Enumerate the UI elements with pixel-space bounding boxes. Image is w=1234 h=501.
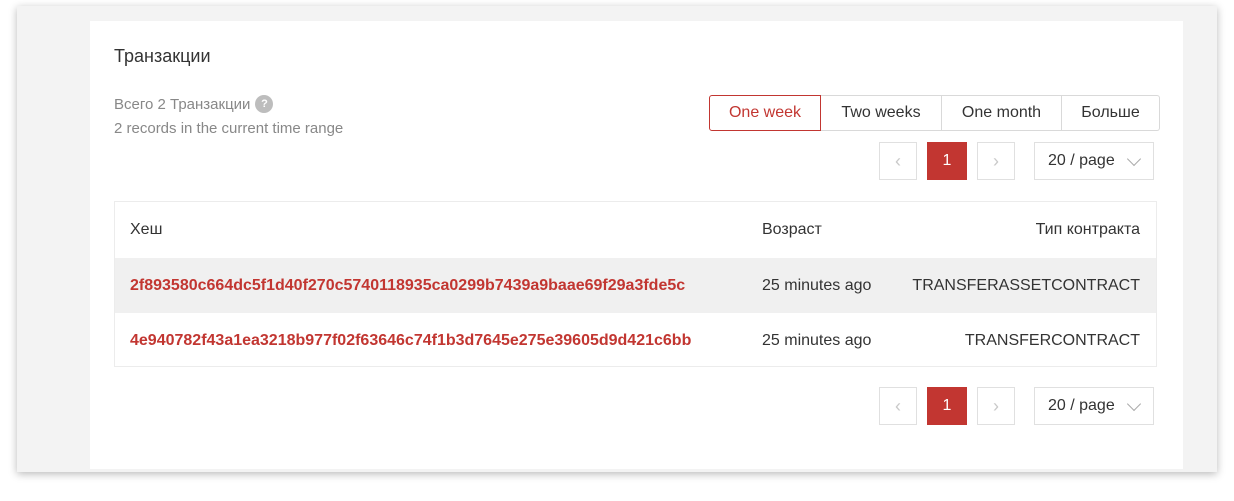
- table-row: 4e940782f43a1ea3218b977f02f63646c74f1b3d…: [115, 313, 1156, 368]
- page-size-value: 20 / page: [1048, 152, 1115, 169]
- total-count-text: Всего 2 Транзакции: [114, 95, 251, 113]
- panel-frame: Транзакции Всего 2 Транзакции ? 2 record…: [17, 6, 1217, 472]
- range-note: 2 records in the current time range: [114, 120, 344, 137]
- transaction-hash-link[interactable]: 2f893580c664dc5f1d40f270c5740118935ca029…: [130, 277, 685, 294]
- range-tab-two-weeks[interactable]: Two weeks: [821, 95, 942, 131]
- next-page-button[interactable]: ›: [977, 387, 1015, 425]
- pagination-bottom: ‹ 1 › 20 / page: [879, 387, 1154, 425]
- total-summary: Всего 2 Транзакции ?: [114, 95, 274, 113]
- time-range-selector: One week Two weeks One month Больше: [709, 95, 1160, 131]
- chevron-right-icon: ›: [993, 150, 999, 171]
- range-tab-one-week[interactable]: One week: [709, 95, 821, 131]
- table-row: 2f893580c664dc5f1d40f270c5740118935ca029…: [115, 258, 1156, 313]
- hash-cell: 4e940782f43a1ea3218b977f02f63646c74f1b3d…: [130, 313, 691, 368]
- hash-cell: 2f893580c664dc5f1d40f270c5740118935ca029…: [130, 258, 685, 313]
- column-header-age: Возраст: [762, 221, 822, 238]
- page-size-select[interactable]: 20 / page: [1034, 142, 1154, 180]
- next-page-button[interactable]: ›: [977, 142, 1015, 180]
- chevron-down-icon: [1126, 396, 1142, 412]
- column-header-hash: Хеш: [130, 221, 163, 238]
- range-tab-more[interactable]: Больше: [1062, 95, 1160, 131]
- transactions-card: Транзакции Всего 2 Транзакции ? 2 record…: [90, 21, 1183, 469]
- section-title: Транзакции: [114, 46, 211, 66]
- chevron-right-icon: ›: [993, 395, 999, 416]
- table-header: Хеш Возраст Тип контракта: [115, 202, 1156, 257]
- transactions-table: Хеш Возраст Тип контракта 2f893580c664dc…: [114, 201, 1157, 367]
- transaction-hash-link[interactable]: 4e940782f43a1ea3218b977f02f63646c74f1b3d…: [130, 332, 691, 349]
- pagination-top: ‹ 1 › 20 / page: [879, 142, 1154, 180]
- page-1-button[interactable]: 1: [927, 142, 967, 180]
- help-icon[interactable]: ?: [255, 95, 274, 113]
- chevron-left-icon: ‹: [895, 150, 901, 171]
- page-size-select[interactable]: 20 / page: [1034, 387, 1154, 425]
- contract-type-cell: TRANSFERCONTRACT: [964, 332, 1140, 349]
- column-header-contract-type: Тип контракта: [1035, 221, 1140, 238]
- chevron-down-icon: [1126, 151, 1142, 167]
- contract-type-cell: TRANSFERASSETCONTRACT: [912, 277, 1140, 294]
- prev-page-button[interactable]: ‹: [879, 142, 917, 180]
- chevron-left-icon: ‹: [895, 395, 901, 416]
- prev-page-button[interactable]: ‹: [879, 387, 917, 425]
- page-1-button[interactable]: 1: [927, 387, 967, 425]
- range-tab-one-month[interactable]: One month: [942, 95, 1062, 131]
- page-size-value: 20 / page: [1048, 397, 1115, 414]
- age-cell: 25 minutes ago: [762, 277, 872, 294]
- age-cell: 25 minutes ago: [762, 332, 872, 349]
